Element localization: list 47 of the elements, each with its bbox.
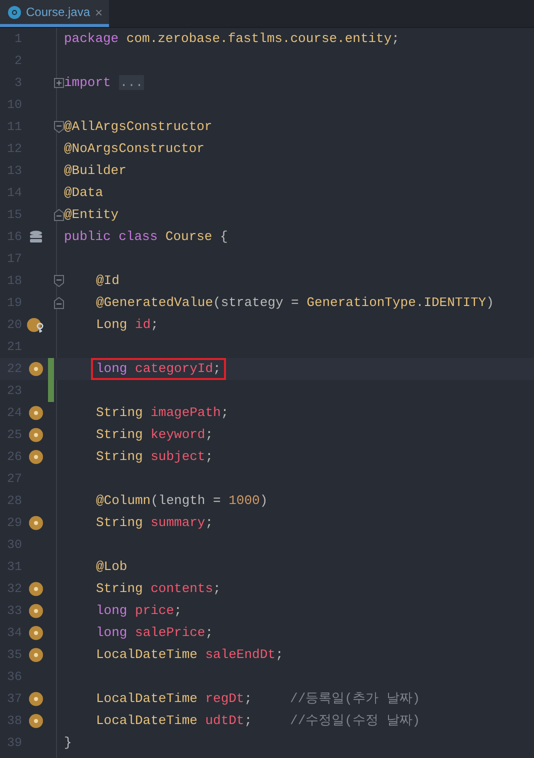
class-icon [8, 6, 21, 18]
code-line: @Data [64, 185, 104, 201]
code-line: String keyword; [96, 427, 214, 443]
code-line: public class Course { [64, 229, 228, 245]
collapse-fold-icon[interactable] [54, 121, 64, 133]
code-line: @Column(length = 1000) [96, 493, 268, 509]
code-line: String summary; [96, 515, 214, 531]
code-line: String contents; [96, 581, 221, 597]
field-icon [29, 626, 43, 640]
code-line: long salePrice; [96, 625, 214, 641]
field-icon [29, 362, 43, 376]
field-icon [29, 692, 43, 706]
code-line: long categoryId; [96, 361, 221, 377]
code-line: @Builder [64, 163, 126, 179]
code-line: @AllArgsConstructor [64, 119, 212, 135]
field-icon [29, 582, 43, 596]
code-line: @Lob [96, 559, 128, 575]
code-line: LocalDateTime regDt; //등록일(추가 날짜) [96, 691, 420, 707]
code-line: @Id [96, 273, 120, 289]
code-line: LocalDateTime udtDt; //수정일(수정 날짜) [96, 713, 420, 729]
code-line: String subject; [96, 449, 214, 465]
code-line: long price; [96, 603, 182, 619]
expand-fold-icon[interactable] [54, 78, 64, 88]
field-icon [29, 604, 43, 618]
collapse-fold-icon[interactable] [54, 275, 64, 287]
code-line: Long id; [96, 317, 158, 333]
code-line: @NoArgsConstructor [64, 141, 204, 157]
code-line: package com.zerobase.fastlms.course.entity; [64, 31, 400, 47]
code-line: @Entity [64, 207, 119, 223]
code-line: @GeneratedValue(strategy = GenerationType.IDENTITY) [96, 295, 494, 311]
code-line: } [64, 735, 72, 751]
field-icon [29, 450, 43, 464]
field-icon [29, 428, 43, 442]
field-icon [29, 714, 43, 728]
code-line: String imagePath; [96, 405, 229, 421]
collapse-fold-icon[interactable] [54, 209, 64, 221]
field-key-icon [27, 318, 45, 332]
field-icon [29, 516, 43, 530]
code-line: import ... [64, 75, 144, 91]
database-icon [29, 230, 43, 244]
file-tab[interactable]: Course.java × [0, 0, 109, 27]
tab-title: Course.java [26, 4, 90, 21]
close-button[interactable]: × [95, 6, 103, 18]
code-line: LocalDateTime saleEndDt; [96, 647, 284, 663]
field-icon [29, 406, 43, 420]
collapse-fold-icon[interactable] [54, 297, 64, 309]
field-icon [29, 648, 43, 662]
